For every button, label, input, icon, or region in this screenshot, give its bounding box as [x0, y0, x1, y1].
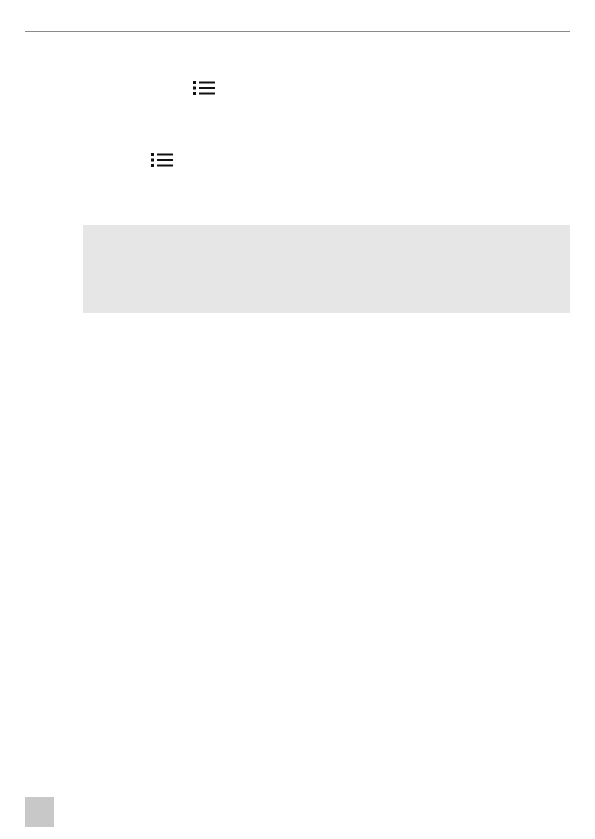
list-icon	[193, 81, 215, 95]
header-rule	[25, 31, 570, 32]
list-icon-graphic	[151, 153, 173, 167]
page-number-tab	[25, 797, 54, 827]
note-box	[83, 225, 570, 313]
list-icon-graphic	[193, 81, 215, 95]
list-icon	[151, 153, 173, 167]
